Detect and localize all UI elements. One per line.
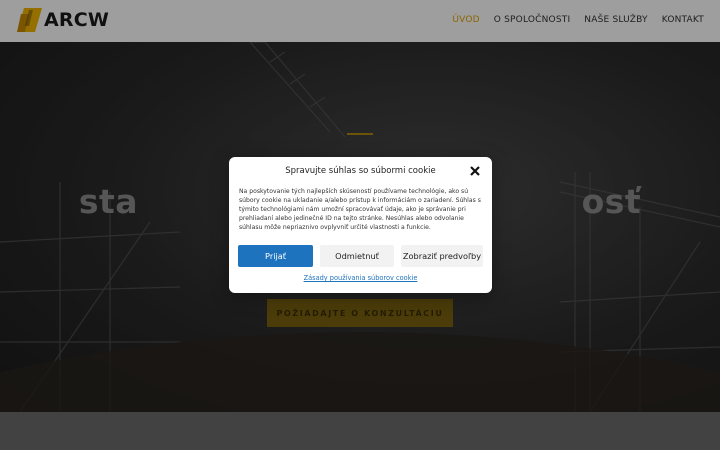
cookie-modal-buttons: Prijať Odmietnuť Zobraziť predvoľby: [238, 245, 483, 267]
deny-button[interactable]: Odmietnuť: [320, 245, 394, 267]
cookie-consent-modal: Spravujte súhlas so súbormi cookie Na po…: [229, 157, 492, 293]
cookie-policy-link[interactable]: Zásady používania súborov cookie: [229, 274, 492, 282]
close-icon[interactable]: [469, 165, 481, 177]
view-preferences-button[interactable]: Zobraziť predvoľby: [401, 245, 483, 267]
cookie-modal-title: Spravujte súhlas so súbormi cookie: [285, 166, 436, 176]
accept-button[interactable]: Prijať: [238, 245, 313, 267]
cookie-modal-body: Na poskytovanie tých najlepších skúsenos…: [239, 188, 481, 231]
